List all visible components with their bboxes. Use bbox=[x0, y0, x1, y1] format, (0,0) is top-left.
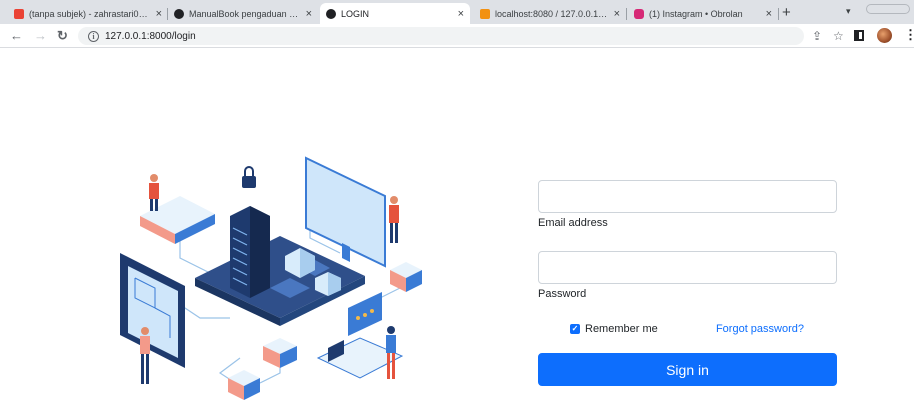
city-platform bbox=[195, 236, 365, 318]
lock-shackle bbox=[244, 166, 254, 176]
tab-login[interactable]: LOGIN × bbox=[320, 3, 470, 24]
globe-icon bbox=[326, 8, 336, 19]
person-figure bbox=[149, 174, 159, 211]
forgot-password-link[interactable]: Forgot password? bbox=[716, 323, 804, 335]
close-icon[interactable]: × bbox=[156, 8, 162, 20]
reload-icon[interactable]: ↻ bbox=[57, 28, 68, 44]
globe-icon bbox=[174, 8, 184, 19]
new-tab-button[interactable]: + bbox=[782, 4, 791, 21]
forward-arrow-icon[interactable]: → bbox=[34, 28, 47, 44]
email-label: Email address bbox=[538, 217, 608, 229]
sign-in-button[interactable]: Sign in bbox=[538, 353, 837, 386]
form-options-row: ✓ Remember me Forgot password? bbox=[538, 322, 838, 336]
close-icon[interactable]: × bbox=[614, 8, 620, 20]
data-cube bbox=[263, 338, 297, 368]
phpmyadmin-icon bbox=[480, 8, 490, 19]
form-spacer bbox=[538, 230, 838, 251]
tab-phpmyadmin[interactable]: localhost:8080 / 127.0.0.1 / dc × bbox=[474, 3, 626, 24]
tab-manualbook[interactable]: ManualBook pengaduan mas × bbox=[168, 3, 318, 24]
tower-building-side bbox=[250, 206, 270, 298]
tab-title: ManualBook pengaduan mas bbox=[189, 8, 302, 19]
close-icon[interactable]: × bbox=[306, 8, 312, 20]
address-bar[interactable]: i 127.0.0.1:8000/login bbox=[78, 27, 804, 45]
window-controls[interactable] bbox=[866, 4, 910, 14]
browser-toolbar: ← → ↻ i 127.0.0.1:8000/login ⇪ ☆ bbox=[0, 24, 914, 48]
bookmark-star-icon[interactable]: ☆ bbox=[833, 29, 844, 43]
site-info-icon[interactable]: i bbox=[88, 30, 99, 42]
data-cube bbox=[390, 262, 422, 292]
person-figure bbox=[389, 196, 399, 243]
remember-me-label: Remember me bbox=[585, 323, 658, 335]
password-field[interactable] bbox=[538, 251, 837, 284]
tab-divider bbox=[778, 8, 779, 20]
smart-city-illustration bbox=[120, 156, 422, 400]
tab-title: (1) Instagram • Obrolan bbox=[649, 8, 743, 19]
tab-divider bbox=[626, 8, 627, 20]
person-figure bbox=[386, 326, 396, 379]
tab-title: localhost:8080 / 127.0.0.1 / dc bbox=[495, 8, 610, 19]
menu-kebab-icon[interactable]: ⋮ bbox=[904, 28, 914, 42]
password-label: Password bbox=[538, 288, 587, 300]
tab-strip: (tanpa subjek) - zahrastari03@ × ManualB… bbox=[0, 0, 914, 24]
instagram-icon bbox=[634, 8, 644, 19]
login-form: Email address Password ✓ Remember me For… bbox=[538, 180, 838, 386]
side-panel-icon[interactable] bbox=[854, 30, 864, 41]
tab-title: (tanpa subjek) - zahrastari03@ bbox=[29, 8, 152, 19]
checkbox-checked-icon[interactable]: ✓ bbox=[570, 324, 580, 334]
tab-title: LOGIN bbox=[341, 8, 370, 19]
close-icon[interactable]: × bbox=[766, 8, 772, 20]
remember-me-checkbox[interactable]: ✓ Remember me bbox=[570, 323, 658, 335]
gmail-icon bbox=[14, 8, 24, 19]
tab-instagram[interactable]: (1) Instagram • Obrolan × bbox=[628, 3, 778, 24]
close-icon[interactable]: × bbox=[458, 8, 464, 20]
chevron-down-icon[interactable]: ▾ bbox=[846, 6, 851, 17]
tab-gmail[interactable]: (tanpa subjek) - zahrastari03@ × bbox=[8, 3, 168, 24]
url-text[interactable]: 127.0.0.1:8000/login bbox=[105, 31, 196, 42]
profile-avatar[interactable] bbox=[877, 28, 892, 43]
lock-icon bbox=[242, 176, 256, 188]
back-arrow-icon[interactable]: ← bbox=[10, 28, 23, 44]
share-icon[interactable]: ⇪ bbox=[812, 29, 822, 43]
data-cube bbox=[228, 370, 260, 400]
email-field[interactable] bbox=[538, 180, 837, 213]
